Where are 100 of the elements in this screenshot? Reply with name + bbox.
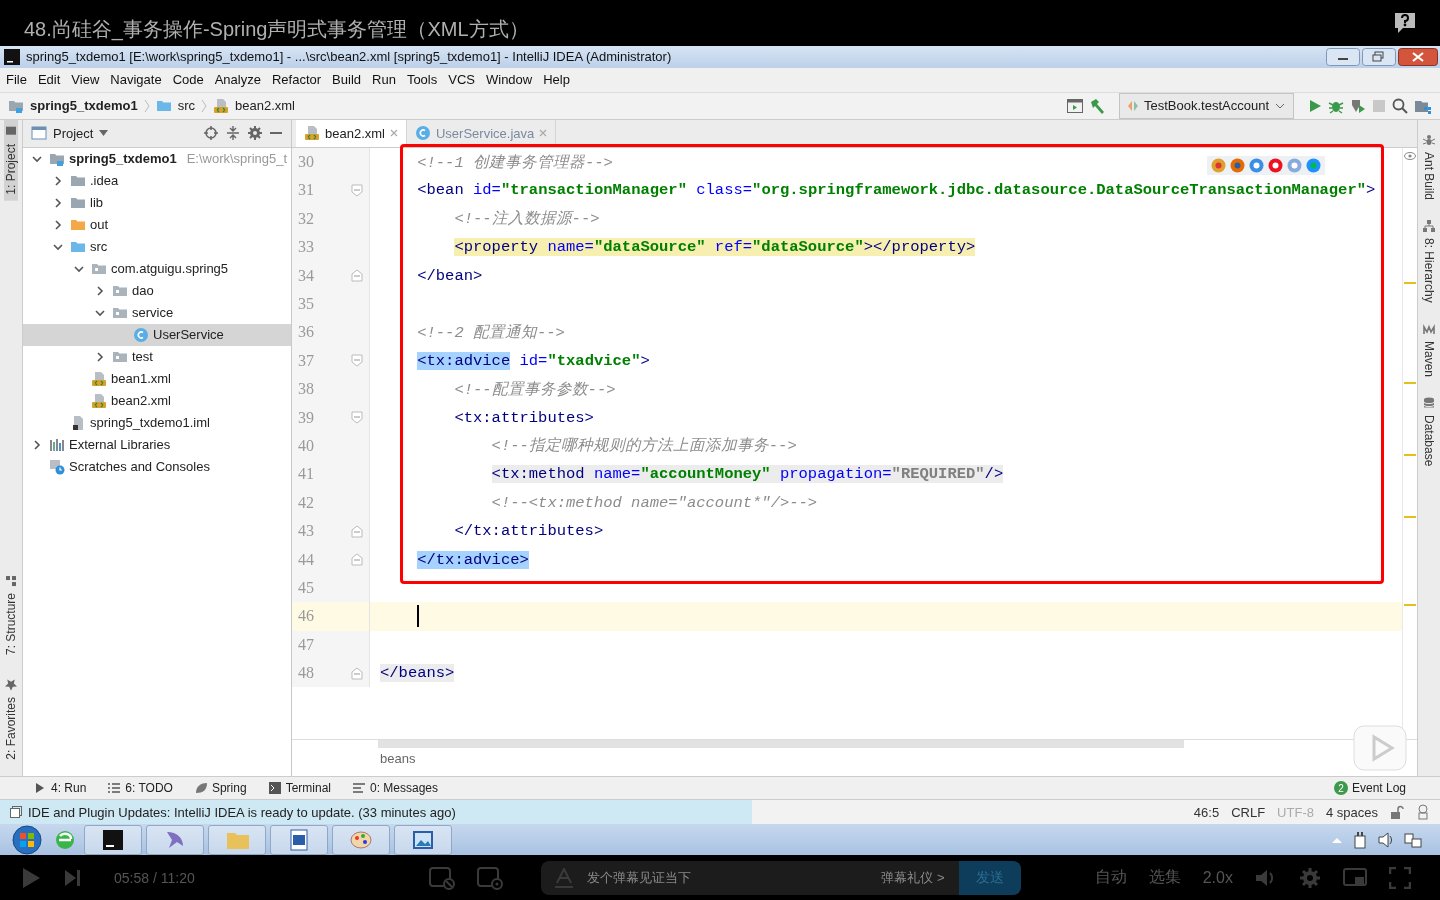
breadcrumb-item[interactable]: bean2.xml	[235, 98, 295, 114]
panel-title[interactable]: Project	[53, 125, 94, 141]
menu-item[interactable]: Code	[172, 72, 204, 88]
maven-icon	[1423, 322, 1435, 335]
tool-window-tab[interactable]: Ant Build	[1422, 127, 1436, 206]
code-token: </tx:advice>	[417, 550, 529, 569]
breadcrumb-item[interactable]: src	[177, 98, 195, 114]
menu-item[interactable]: Window	[485, 72, 533, 88]
line-separator-selector[interactable]: CRLF	[1231, 804, 1266, 820]
tree-item[interactable]: Scratches and Consoles	[23, 455, 291, 478]
browser-icon[interactable]	[1306, 157, 1321, 173]
tool-window-tab[interactable]: 7: Structure	[4, 569, 18, 662]
taskbar-button[interactable]	[84, 824, 142, 855]
fold-marker-icon[interactable]	[350, 353, 364, 369]
menu-item[interactable]: VCS	[448, 72, 475, 88]
code-comment: <!--配置事务参数-->	[454, 379, 616, 400]
breadcrumb-item[interactable]: spring5_txdemo1	[30, 98, 138, 114]
coverage-icon[interactable]	[1350, 97, 1366, 114]
tree-item[interactable]: spring5_txdemo1 E:\work\spring5_t	[23, 147, 291, 170]
tree-item[interactable]: External Libraries	[23, 433, 291, 456]
menu-item[interactable]: Run	[372, 72, 396, 88]
network-icon[interactable]	[1404, 831, 1422, 848]
run-icon[interactable]	[1308, 98, 1322, 113]
tool-window-button[interactable]: Spring	[194, 781, 247, 796]
caret-position[interactable]: 46:5	[1193, 804, 1220, 820]
code-token: "accountMoney"	[640, 465, 771, 484]
tree-item[interactable]: bean1.xml	[23, 367, 291, 390]
menu-item[interactable]: Build	[332, 72, 361, 88]
tool-window-button[interactable]: 0: Messages	[353, 781, 439, 796]
editor-breadcrumb[interactable]: beans	[292, 748, 1417, 767]
tool-window-button[interactable]: 6: TODO	[108, 781, 173, 796]
notification-icon[interactable]	[10, 806, 22, 819]
tool-window-tab[interactable]: Maven	[1422, 316, 1436, 383]
fold-marker-icon[interactable]	[350, 268, 364, 284]
minimize-button-icon[interactable]	[1326, 47, 1360, 66]
help-icon[interactable]	[1394, 12, 1416, 34]
indent-selector[interactable]: 4 spaces	[1325, 804, 1378, 820]
menu-item[interactable]: Help	[543, 72, 570, 88]
power-icon[interactable]	[1352, 830, 1368, 849]
code-token: <tx:method	[491, 465, 585, 484]
menu-item[interactable]: View	[71, 72, 100, 88]
editor-tab[interactable]: bean2.xml	[296, 119, 407, 147]
inspector-icon[interactable]	[1416, 804, 1430, 821]
fold-marker-icon[interactable]	[350, 410, 364, 426]
fold-marker-icon[interactable]	[350, 523, 364, 539]
tool-window-tab[interactable]: 8: Hierarchy	[1422, 213, 1436, 309]
browser-icon[interactable]	[1268, 157, 1283, 173]
locate-icon[interactable]	[203, 125, 219, 142]
tree-item[interactable]: spring5_txdemo1.iml	[23, 411, 291, 434]
tree-item[interactable]: com.atguigu.spring5	[23, 257, 291, 280]
hierarchy-icon	[1423, 219, 1435, 232]
tree-item[interactable]: .idea	[23, 169, 291, 192]
code-comment: <!--1 创建事务管理器-->	[417, 152, 613, 173]
xml-file-icon	[91, 392, 107, 409]
menu-item[interactable]: Refactor	[271, 72, 322, 88]
tree-item[interactable]: out	[23, 213, 291, 236]
taskbar-button[interactable]	[270, 824, 328, 855]
tool-window-button[interactable]: Terminal	[268, 781, 331, 796]
event-log-button[interactable]: 2 Event Log	[1333, 781, 1406, 796]
search-icon[interactable]	[1392, 97, 1408, 114]
fold-marker-icon[interactable]	[350, 182, 364, 198]
menu-item[interactable]: Navigate	[110, 72, 162, 88]
tool-window-tab[interactable]: 1: Project	[4, 119, 18, 201]
database-icon	[1423, 396, 1435, 409]
dropdown-caret-icon[interactable]	[99, 130, 109, 137]
horizontal-scrollbar[interactable]	[378, 740, 1184, 749]
menu-item[interactable]: Edit	[37, 72, 61, 88]
code-token: <property	[454, 238, 539, 257]
fold-marker-icon[interactable]	[350, 665, 364, 681]
browser-icon[interactable]	[1211, 157, 1226, 173]
line-number: 31	[298, 181, 315, 200]
close-button-icon[interactable]	[1398, 47, 1438, 66]
menu-item[interactable]: File	[6, 72, 27, 88]
tree-item[interactable]: service	[23, 301, 291, 324]
menu-item[interactable]: Analyze	[214, 72, 261, 88]
browser-icon[interactable]	[1287, 157, 1302, 173]
tree-item[interactable]: src	[23, 235, 291, 258]
eye-icon[interactable]	[1404, 151, 1416, 160]
tree-item[interactable]: lib	[23, 191, 291, 214]
menu-item[interactable]: Tools	[406, 72, 438, 88]
lock-icon[interactable]	[1390, 805, 1404, 820]
tree-item[interactable]: test	[23, 345, 291, 368]
browser-icons[interactable]	[1207, 155, 1325, 175]
browser-icon[interactable]	[1230, 157, 1245, 173]
tool-window-button[interactable]: 4: Run	[34, 781, 87, 796]
tree-item[interactable]: bean2.xml	[23, 389, 291, 412]
tree-item[interactable]: UserService	[23, 323, 291, 346]
hammer-icon[interactable]	[1089, 97, 1105, 114]
volume-icon[interactable]	[1378, 831, 1394, 848]
tool-window-tab[interactable]: 2: Favorites	[4, 673, 18, 767]
tool-window-tab[interactable]: Database	[1422, 390, 1436, 472]
run-configuration-dropdown[interactable]: TestBook.testAccount	[1119, 92, 1294, 119]
close-icon[interactable]	[390, 129, 398, 138]
etiquette-link[interactable]: 弹幕礼仪 >	[881, 868, 945, 887]
fold-marker-icon[interactable]	[350, 552, 364, 568]
settings-icon[interactable]	[247, 125, 263, 142]
tree-item[interactable]: dao	[23, 279, 291, 302]
run-window-icon[interactable]	[1067, 98, 1083, 113]
collapse-icon[interactable]	[225, 125, 241, 142]
browser-icon[interactable]	[1249, 157, 1264, 173]
